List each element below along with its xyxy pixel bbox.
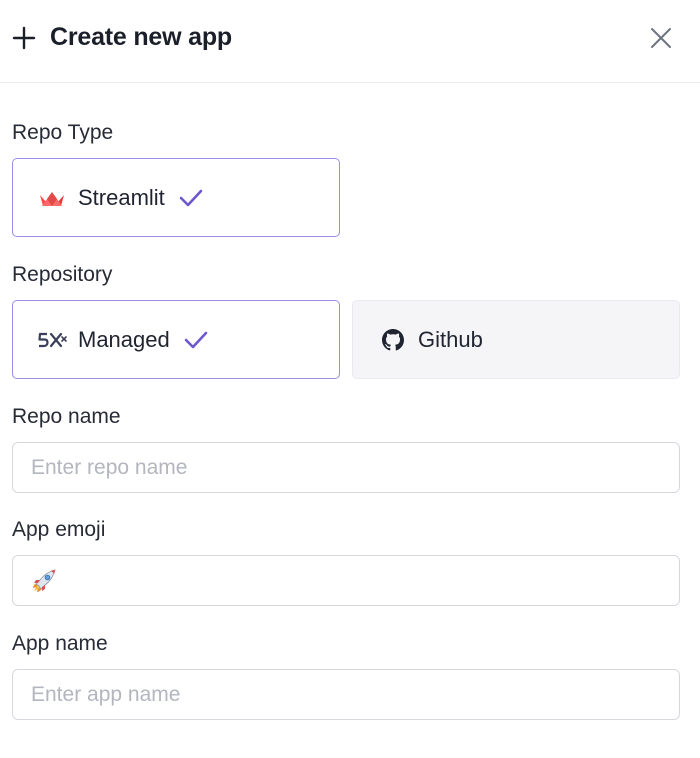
- github-icon: [382, 328, 404, 350]
- repository-label: Repository: [12, 263, 113, 286]
- repo-type-option-label: Streamlit: [78, 184, 165, 210]
- panel-header: Create new app: [0, 0, 700, 83]
- streamlit-crown-icon: [40, 191, 64, 206]
- rocket-icon: [33, 568, 56, 592]
- repo-type-label: Repo Type: [12, 121, 114, 144]
- app-emoji-field[interactable]: [12, 555, 680, 606]
- repo-type-option-streamlit[interactable]: Streamlit: [12, 158, 340, 237]
- plus-icon: [12, 26, 36, 50]
- page-title: Create new app: [50, 23, 232, 51]
- repository-option-managed[interactable]: Managed: [12, 300, 340, 379]
- app-name-label: App name: [12, 632, 108, 655]
- repo-name-label: Repo name: [12, 405, 121, 428]
- close-icon[interactable]: [649, 26, 673, 50]
- app-emoji-label: App emoji: [12, 518, 106, 541]
- check-icon: [184, 331, 208, 348]
- app-name-input[interactable]: [12, 669, 680, 720]
- check-icon: [179, 189, 203, 206]
- 5x-logo-icon: [38, 332, 67, 347]
- repository-option-label: Managed: [78, 326, 170, 352]
- repo-name-input[interactable]: [12, 442, 680, 493]
- repository-option-github[interactable]: Github: [352, 300, 680, 379]
- repository-option-label: Github: [418, 326, 483, 352]
- create-app-panel: Create new app Repo Type Streamlit Repos…: [0, 0, 700, 758]
